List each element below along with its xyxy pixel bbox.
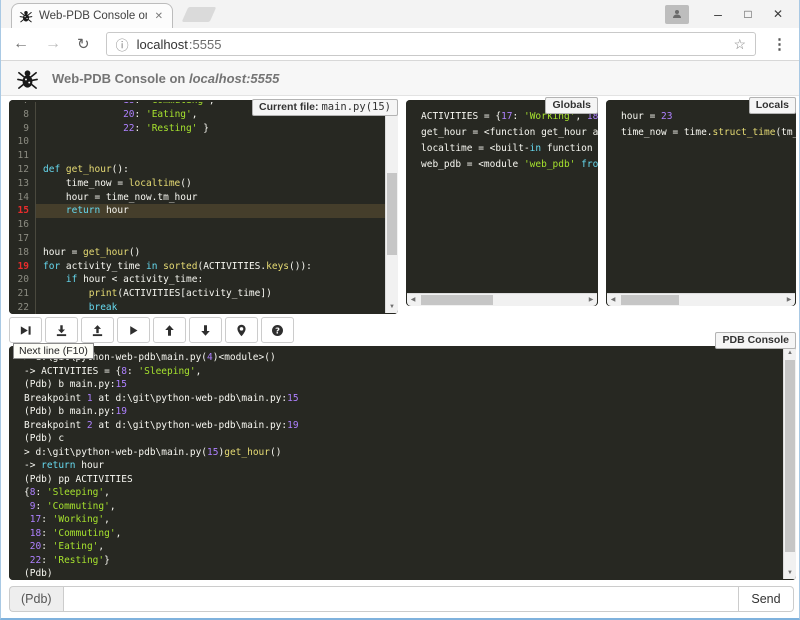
back-icon[interactable]: ← [13,35,29,53]
browser-navbar: ← → ↻ ⓘ localhost :5555 ☆ ⋮ [1,28,799,61]
scroll-down-icon[interactable]: ▼ [386,301,398,313]
send-button[interactable]: Send [739,586,794,612]
next-line-button[interactable] [9,317,42,343]
profile-button[interactable] [665,5,689,24]
scroll-right-icon[interactable]: ▶ [585,294,597,306]
person-icon [671,8,683,20]
arrow-down-icon [199,324,212,337]
code-panel: 7 18: 'Commuting',8 20: 'Eating',9 22: '… [9,100,398,314]
close-button[interactable]: ✕ [763,0,793,28]
arrow-up-icon [163,324,176,337]
scroll-left-icon[interactable]: ◀ [407,294,419,306]
locals-panel: hour = 23time_now = time.struct_time(tm_… [606,100,796,306]
reload-icon[interactable]: ↻ [77,35,90,53]
tab-title: Web-PDB Console on lo [39,10,147,22]
step-into-icon [55,324,68,337]
page-title: Web-PDB Console on localhost:5555 [52,71,279,86]
svg-text:?: ? [275,325,280,335]
pdb-console-label: PDB Console [715,332,796,349]
current-file-label: Current file: main.py(15) [252,99,398,116]
browser-window: Web-PDB Console on lo ✕ – □ ✕ ← → ↻ ⓘ lo… [0,0,800,620]
new-tab-button[interactable] [182,7,217,22]
scroll-thumb[interactable] [387,173,397,255]
console-vertical-scrollbar[interactable]: ▲ ▼ [783,347,796,579]
browser-tab[interactable]: Web-PDB Console on lo ✕ [11,3,173,28]
scroll-thumb[interactable] [421,295,493,305]
console-output: > d:\git\python-web-pdb\main.py(4)<modul… [9,349,783,580]
continue-button[interactable] [117,317,150,343]
locals-horizontal-scrollbar[interactable]: ◀ ▶ [607,293,795,306]
maximize-button[interactable]: □ [733,0,763,28]
step-out-icon [91,324,104,337]
globals-horizontal-scrollbar[interactable]: ◀ ▶ [407,293,597,306]
source-code: 7 18: 'Commuting',8 20: 'Eating',9 22: '… [9,102,385,314]
scroll-down-icon[interactable]: ▼ [784,567,796,579]
globals-panel: ACTIVITIES = {17: 'Working', 18: 'get_ho… [406,100,598,306]
globals-variables: ACTIVITIES = {17: 'Working', 18: 'get_ho… [406,104,598,293]
pdb-console-panel: > d:\git\python-web-pdb\main.py(4)<modul… [9,346,796,580]
webpdb-bug-logo-icon [16,67,39,90]
command-bar: (Pdb) Send [9,586,794,612]
up-stack-button[interactable] [153,317,186,343]
play-icon [127,324,140,337]
browser-titlebar: Web-PDB Console on lo ✕ – □ ✕ [1,0,799,28]
browser-menu-icon[interactable]: ⋮ [772,35,787,53]
pdb-command-input[interactable] [63,586,739,612]
bug-favicon-icon [19,9,33,23]
tab-close-icon[interactable]: ✕ [153,11,165,22]
window-controls: – □ ✕ [665,0,793,28]
pdb-prompt-addon: (Pdb) [9,586,63,612]
url-host: localhost [137,37,188,52]
scroll-right-icon[interactable]: ▶ [783,294,795,306]
url-port: :5555 [189,37,222,52]
step-out-button[interactable] [81,317,114,343]
address-bar[interactable]: ⓘ localhost :5555 ☆ [106,32,756,56]
scroll-thumb[interactable] [785,360,795,552]
page-info-icon[interactable]: ⓘ [116,35,129,54]
locals-label: Locals [749,97,796,114]
down-stack-button[interactable] [189,317,222,343]
scroll-thumb[interactable] [621,295,679,305]
globals-label: Globals [545,97,598,114]
locals-variables: hour = 23time_now = time.struct_time(tm_… [606,104,796,293]
app-header: Web-PDB Console on localhost:5555 [1,61,799,96]
step-into-button[interactable] [45,317,78,343]
bookmark-star-icon[interactable]: ☆ [733,36,746,53]
debugger-toolbar: ? [9,317,294,343]
forward-icon[interactable]: → [45,35,61,53]
map-marker-icon [235,324,248,337]
minimize-button[interactable]: – [703,0,733,28]
question-icon: ? [271,324,284,337]
next-line-tooltip: Next line (F10) [13,343,94,359]
scroll-left-icon[interactable]: ◀ [607,294,619,306]
breakpoint-button[interactable] [225,317,258,343]
help-button[interactable]: ? [261,317,294,343]
step-forward-icon [19,324,32,337]
code-vertical-scrollbar[interactable]: ▼ [385,101,398,313]
